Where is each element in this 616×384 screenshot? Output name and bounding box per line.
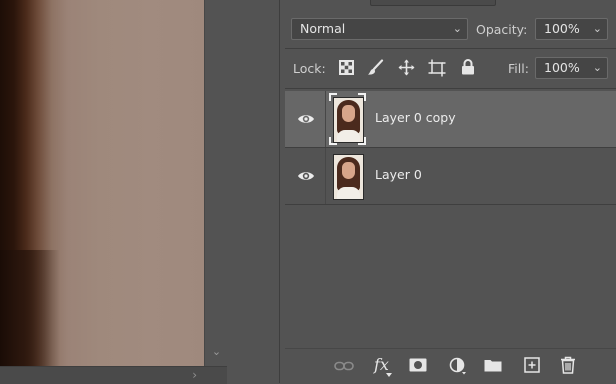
visibility-toggle[interactable] (285, 91, 326, 147)
divider (285, 204, 616, 205)
layer-name[interactable]: Layer 0 (375, 167, 422, 182)
layers-panel: Normal ⌄ Opacity: 100% ⌄ Lock: Fill: 100… (285, 0, 616, 384)
layer-row[interactable]: Layer 0 (285, 148, 616, 204)
document-canvas[interactable] (0, 0, 204, 366)
fx-icon[interactable]: fx (374, 355, 389, 374)
chevron-down-icon: ⌄ (452, 22, 462, 35)
chevron-down-icon[interactable]: ⌄ (593, 19, 602, 39)
divider (285, 48, 616, 49)
fx-dropdown-icon (386, 373, 392, 377)
opacity-value: 100% (544, 21, 580, 36)
panel-gutter (227, 0, 285, 383)
divider (285, 88, 616, 89)
vertical-scrollbar[interactable]: ⌄ (204, 0, 228, 366)
chevron-down-icon[interactable]: ⌄ (593, 58, 602, 78)
add-mask-icon[interactable] (409, 358, 427, 372)
panel-divider (279, 0, 280, 383)
opacity-field[interactable]: 100% ⌄ (535, 18, 608, 40)
eye-icon[interactable] (297, 113, 315, 125)
blend-mode-select[interactable]: Normal ⌄ (291, 18, 468, 40)
lock-all-icon[interactable] (461, 59, 475, 75)
horizontal-scrollbar[interactable]: › (0, 366, 227, 384)
eye-icon[interactable] (297, 170, 315, 182)
opacity-label: Opacity: (476, 22, 528, 37)
lock-image-pixels-icon[interactable] (367, 59, 384, 76)
adjustment-layer-icon[interactable] (449, 357, 467, 375)
blend-mode-value: Normal (300, 21, 346, 36)
fill-value: 100% (544, 60, 580, 75)
scroll-right-icon[interactable]: › (192, 368, 197, 382)
fill-field[interactable]: 100% ⌄ (535, 57, 608, 79)
lock-artboard-icon[interactable] (428, 59, 446, 77)
new-layer-icon[interactable] (524, 357, 540, 373)
scroll-down-icon[interactable]: ⌄ (205, 345, 228, 358)
layer-thumbnail[interactable] (333, 154, 364, 200)
panel-header-stub (370, 0, 496, 6)
layer-name[interactable]: Layer 0 copy (375, 110, 456, 125)
layers-action-bar: fx (285, 348, 616, 384)
lock-transparent-pixels-icon[interactable] (339, 60, 354, 75)
thumbnail-selection-frame (329, 93, 366, 145)
folder-icon[interactable] (484, 358, 502, 372)
trash-icon[interactable] (560, 356, 576, 374)
layer-row[interactable]: Layer 0 copy (285, 91, 616, 147)
fill-label: Fill: (508, 61, 529, 76)
visibility-toggle[interactable] (285, 148, 326, 204)
link-icon[interactable] (334, 361, 354, 371)
lock-position-icon[interactable] (398, 59, 415, 76)
lock-label: Lock: (293, 61, 326, 76)
